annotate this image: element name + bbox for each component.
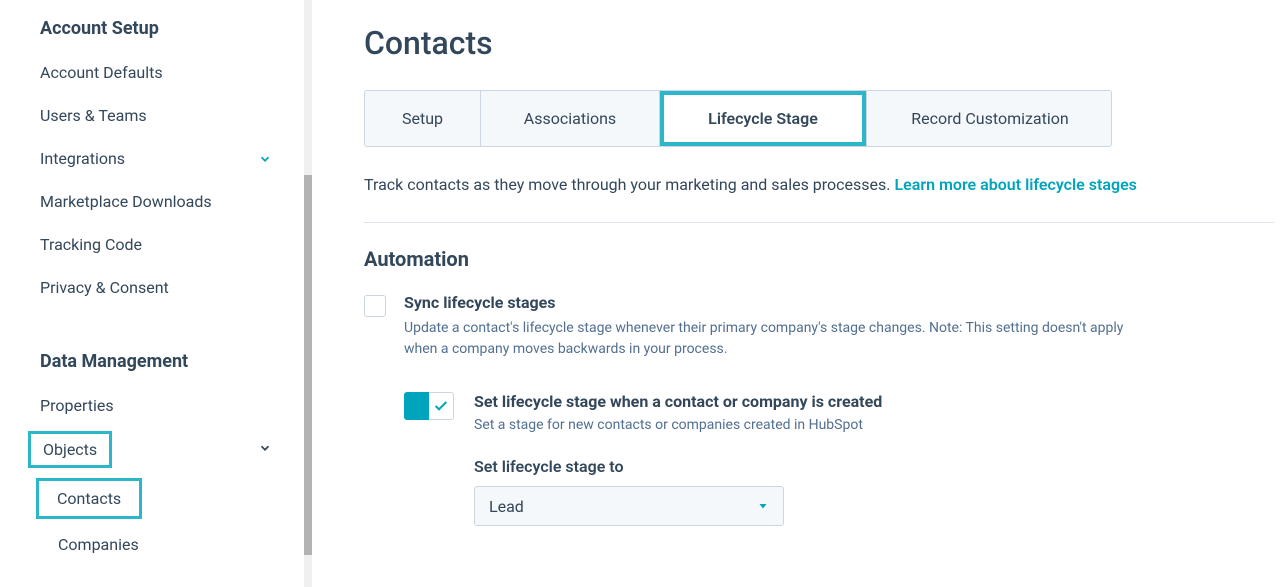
tab-associations[interactable]: Associations (480, 91, 659, 146)
tab-description: Track contacts as they move through your… (364, 175, 1285, 194)
caret-down-icon (757, 497, 769, 516)
set-stage-on-create-row: Set lifecycle stage when a contact or co… (404, 392, 1285, 433)
sidebar-subitem-companies[interactable]: Companies (0, 525, 312, 554)
tab-lifecycle-stage[interactable]: Lifecycle Stage (659, 91, 866, 146)
tab-label: Setup (402, 109, 443, 128)
lifecycle-select-row: Set lifecycle stage to Lead (474, 457, 1285, 526)
sync-lifecycle-description: Update a contact's lifecycle stage whene… (404, 318, 1124, 360)
tab-record-customization[interactable]: Record Customization (866, 91, 1112, 146)
chevron-down-icon (258, 440, 272, 459)
divider (364, 222, 1274, 223)
sidebar-item-objects[interactable]: Objects (0, 427, 312, 472)
lifecycle-select-value: Lead (489, 497, 524, 516)
sidebar-item-tracking-code[interactable]: Tracking Code (0, 223, 312, 266)
lifecycle-select[interactable]: Lead (474, 486, 784, 526)
page-title: Contacts (364, 24, 1285, 62)
chevron-down-icon (258, 152, 272, 166)
sidebar-item-label: Objects (28, 431, 112, 468)
toggle-check-icon (429, 392, 454, 420)
sidebar-item-integrations[interactable]: Integrations (0, 137, 312, 180)
sync-lifecycle-label: Sync lifecycle stages (404, 293, 1124, 312)
sidebar-item-label: Users & Teams (40, 106, 147, 125)
main-content: Contacts Setup Associations Lifecycle St… (312, 0, 1285, 587)
learn-more-link[interactable]: Learn more about lifecycle stages (894, 175, 1136, 194)
tab-label: Lifecycle Stage (708, 109, 818, 128)
sidebar-item-label: Marketplace Downloads (40, 192, 212, 211)
set-stage-label: Set lifecycle stage when a contact or co… (474, 392, 882, 411)
sidebar-scrollbar-thumb[interactable] (304, 175, 312, 555)
lifecycle-select-label: Set lifecycle stage to (474, 457, 1285, 476)
toggle-on-indicator (404, 392, 429, 420)
sidebar-item-label: Account Defaults (40, 63, 163, 82)
sidebar-item-label: Properties (40, 396, 114, 415)
sidebar-item-marketplace-downloads[interactable]: Marketplace Downloads (0, 180, 312, 223)
tab-label: Record Customization (911, 109, 1068, 128)
sync-lifecycle-checkbox[interactable] (364, 295, 386, 317)
tab-label: Associations (524, 109, 616, 128)
sidebar-item-label: Companies (58, 535, 139, 554)
sidebar-item-label: Tracking Code (40, 235, 142, 254)
tabs: Setup Associations Lifecycle Stage Recor… (364, 90, 1112, 147)
sidebar-section-data-management: Data Management (0, 345, 312, 384)
sidebar-section-account-setup: Account Setup (0, 12, 312, 51)
sidebar-item-label: Privacy & Consent (40, 278, 169, 297)
sidebar-item-users-teams[interactable]: Users & Teams (0, 94, 312, 137)
section-title-automation: Automation (364, 247, 1285, 271)
sidebar-item-properties[interactable]: Properties (0, 384, 312, 427)
set-stage-description: Set a stage for new contacts or companie… (474, 417, 882, 433)
set-stage-toggle[interactable] (404, 392, 454, 420)
sync-lifecycle-row: Sync lifecycle stages Update a contact's… (364, 293, 1285, 360)
desc-text: Track contacts as they move through your… (364, 175, 894, 194)
sidebar-item-account-defaults[interactable]: Account Defaults (0, 51, 312, 94)
sidebar-item-label: Integrations (40, 149, 125, 168)
sidebar-subitem-contacts[interactable]: Contacts (0, 472, 312, 525)
sidebar-item-privacy-consent[interactable]: Privacy & Consent (0, 266, 312, 309)
sidebar: Account Setup Account Defaults Users & T… (0, 0, 312, 587)
sidebar-item-label: Contacts (36, 478, 142, 519)
tab-setup[interactable]: Setup (365, 91, 480, 146)
